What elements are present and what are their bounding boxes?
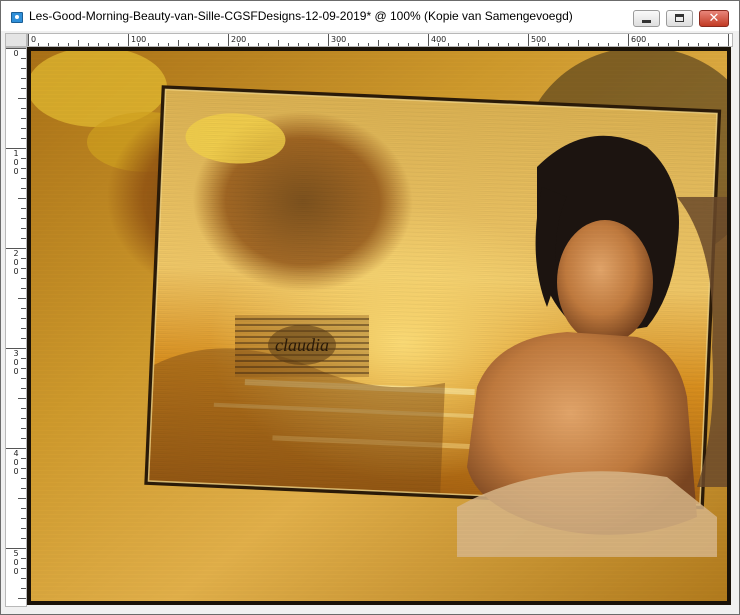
ruler-label-y-500: 500 bbox=[13, 549, 18, 576]
ruler-label-x-100: 100 bbox=[131, 35, 146, 44]
minimize-button[interactable] bbox=[633, 10, 660, 27]
photo-editor-icon[interactable] bbox=[11, 12, 23, 23]
horizontal-ruler[interactable]: 0 100 200 300 400 500 600 bbox=[27, 33, 733, 47]
ruler-corner bbox=[5, 33, 27, 47]
maximize-button[interactable] bbox=[666, 10, 693, 27]
ruler-label-y-400: 400 bbox=[13, 449, 18, 476]
close-button[interactable]: ✕ bbox=[699, 10, 729, 27]
image-canvas[interactable]: claudia bbox=[27, 47, 731, 605]
title-bar[interactable]: Les-Good-Morning-Beauty-van-Sille-CGSFDe… bbox=[1, 1, 739, 31]
ruler-label-x-400: 400 bbox=[431, 35, 446, 44]
ruler-label-x-300: 300 bbox=[331, 35, 346, 44]
ruler-label-x-600: 600 bbox=[631, 35, 646, 44]
ruler-label-x-200: 200 bbox=[231, 35, 246, 44]
minimize-icon bbox=[642, 20, 651, 23]
ruler-label-x-0: 0 bbox=[31, 35, 36, 44]
image-window: Les-Good-Morning-Beauty-van-Sille-CGSFDe… bbox=[0, 0, 740, 615]
maximize-icon bbox=[675, 14, 684, 22]
ruler-label-y-200: 200 bbox=[13, 249, 18, 276]
window-title: Les-Good-Morning-Beauty-van-Sille-CGSFDe… bbox=[29, 9, 573, 23]
vertical-ruler[interactable]: 0 100 200 300 400 500 bbox=[5, 47, 27, 607]
artwork: claudia bbox=[27, 47, 731, 605]
close-icon: ✕ bbox=[708, 11, 720, 26]
ruler-label-y-300: 300 bbox=[13, 349, 18, 376]
ruler-label-y-0: 0 bbox=[13, 49, 18, 58]
ruler-label-y-100: 100 bbox=[13, 149, 18, 176]
ruler-label-x-500: 500 bbox=[531, 35, 546, 44]
